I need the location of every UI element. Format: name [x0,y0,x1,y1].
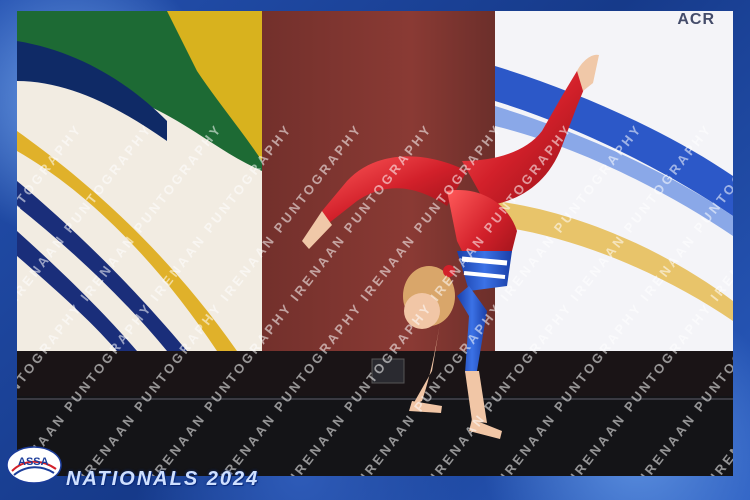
photo-frame: IRENAAN PUNTOGRAPHY IRENAAN PUNTOGRAPHY I… [0,0,750,500]
stage-scene [17,11,733,476]
left-banner [17,11,262,351]
corner-text: ACR [677,11,715,28]
photograph: IRENAAN PUNTOGRAPHY IRENAAN PUNTOGRAPHY I… [17,11,733,476]
stage-monitor [371,358,405,384]
logo-label: ASSA [18,456,49,468]
event-title: NATIONALS 2024 [66,468,260,490]
stage-floor [17,396,733,476]
